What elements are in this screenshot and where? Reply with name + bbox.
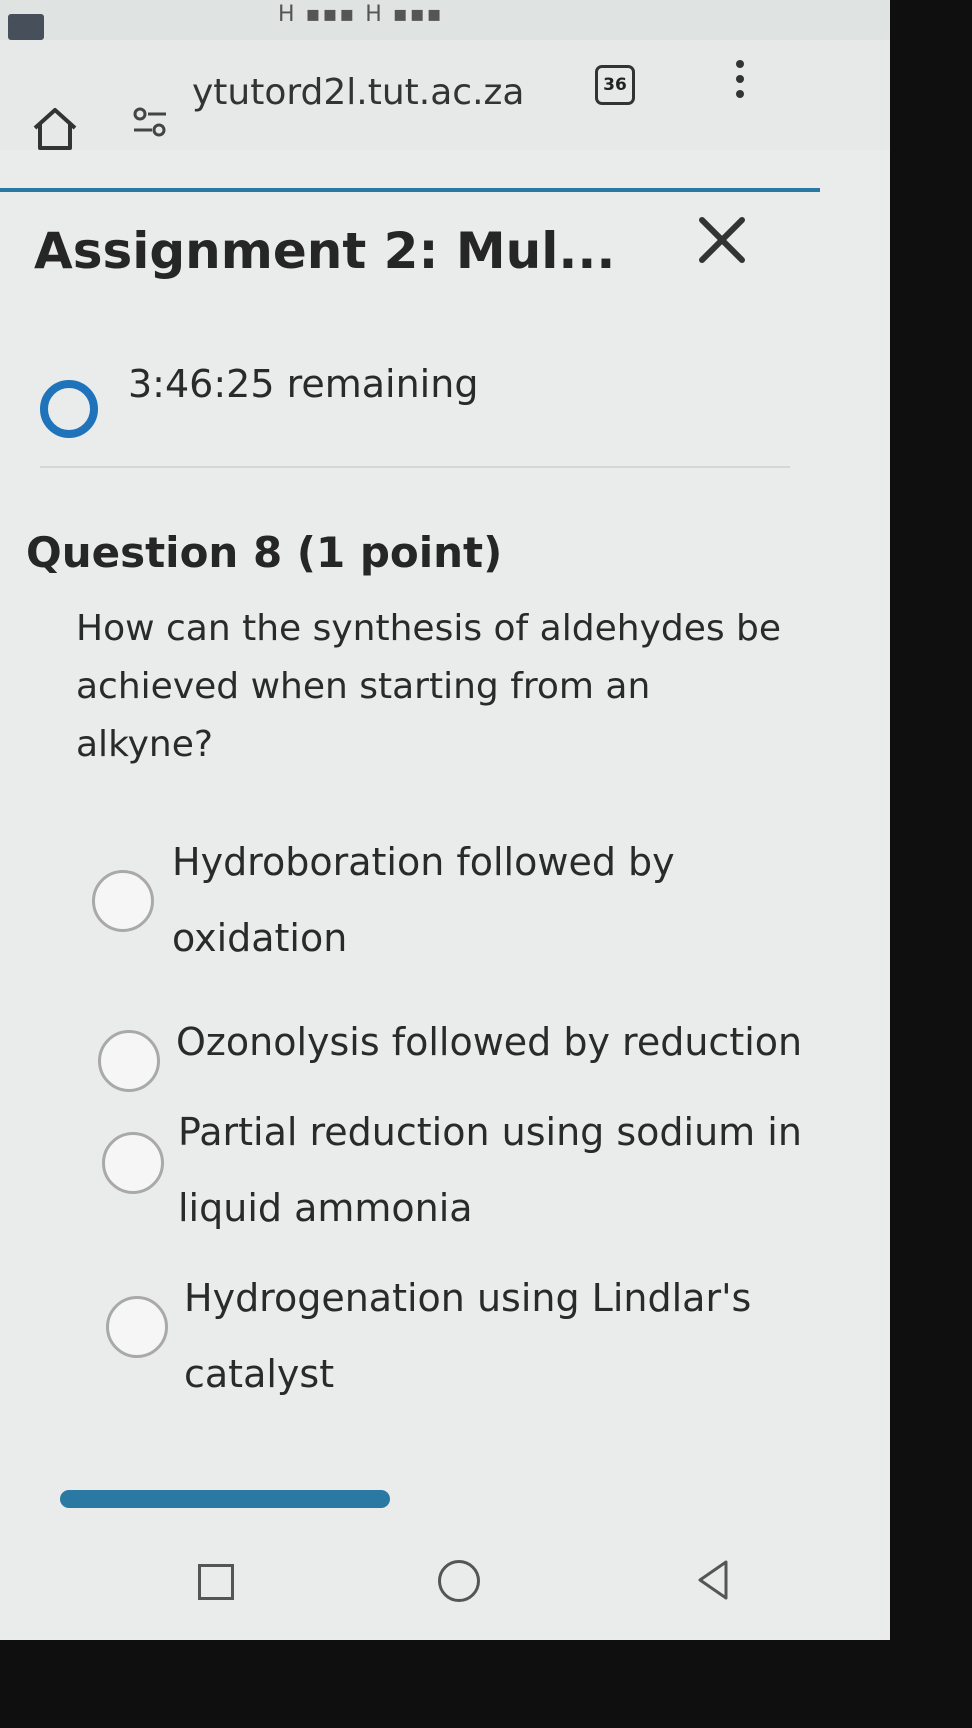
more-options-icon[interactable] (728, 56, 752, 106)
close-icon[interactable] (694, 212, 750, 268)
radio-button[interactable] (92, 870, 154, 932)
radio-button[interactable] (102, 1132, 164, 1194)
site-settings-icon[interactable] (132, 106, 168, 140)
back-icon[interactable] (694, 1558, 730, 1602)
nav-home-icon[interactable] (438, 1560, 480, 1602)
home-icon[interactable] (30, 104, 80, 154)
status-bar: H ▪▪▪ H ▪▪▪ (0, 0, 890, 40)
divider (40, 466, 790, 468)
submit-bar[interactable] (60, 1490, 390, 1508)
signal-icons: H ▪▪▪ H ▪▪▪ (278, 2, 444, 27)
recent-apps-icon[interactable] (198, 1564, 234, 1600)
phone-screen: H ▪▪▪ H ▪▪▪ ytutord2l.tut.ac.za 36 Assig… (0, 0, 890, 1640)
gallery-notification-icon (8, 14, 44, 40)
page-title: Assignment 2: Mul... (34, 222, 616, 280)
tab-switcher-button[interactable]: 36 (595, 65, 635, 105)
timer-icon (40, 380, 98, 438)
option-label[interactable]: Hydroboration followed by oxidation (172, 824, 812, 976)
option-label[interactable]: Hydrogenation using Lindlar's catalyst (184, 1260, 824, 1412)
time-remaining: 3:46:25 remaining (128, 362, 479, 406)
question-text: How can the synthesis of aldehydes be ac… (76, 608, 782, 765)
question-heading: Question 8 (1 point) (26, 528, 503, 577)
option-label[interactable]: Partial reduction using sodium in liquid… (178, 1094, 818, 1246)
url-text[interactable]: ytutord2l.tut.ac.za (192, 72, 525, 113)
radio-button[interactable] (106, 1296, 168, 1358)
page-load-progress (0, 188, 820, 192)
radio-button[interactable] (98, 1030, 160, 1092)
option-label[interactable]: Ozonolysis followed by reduction (176, 1004, 816, 1080)
